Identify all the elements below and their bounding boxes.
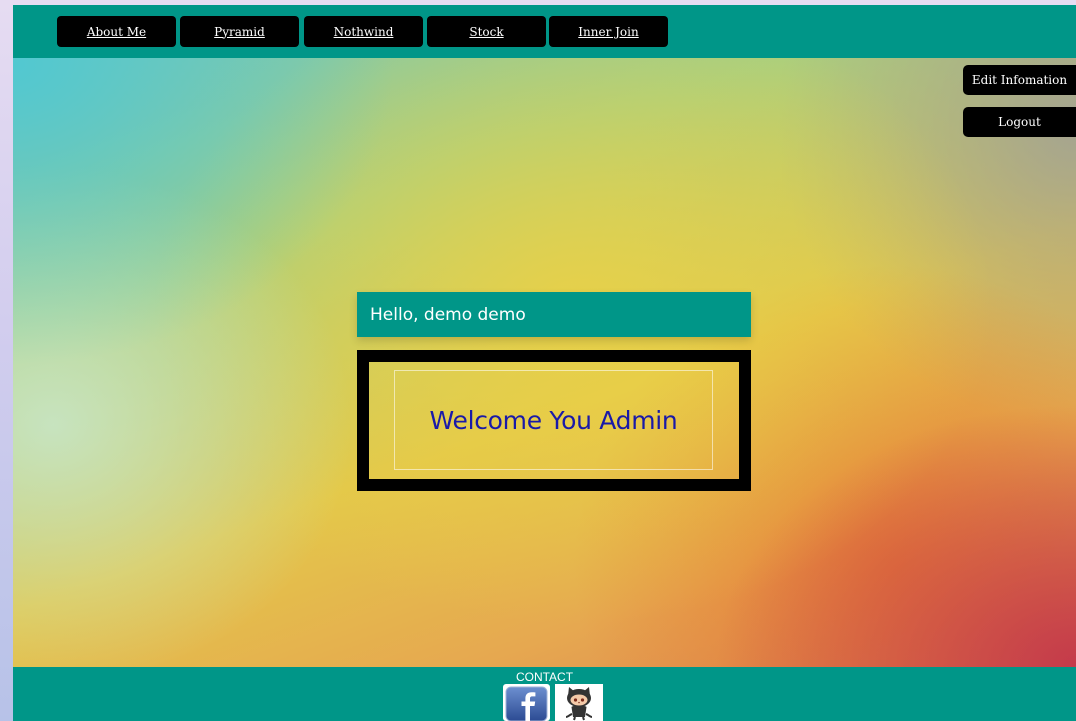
logout-button[interactable]: Logout [963,107,1076,137]
greeting-text: Hello, demo demo [370,304,526,325]
nav-pyramid-button[interactable]: Pyramid [180,16,299,47]
nav-stock-button[interactable]: Stock [427,16,546,47]
facebook-icon[interactable] [503,684,550,721]
github-octocat-icon[interactable] [555,684,603,721]
edit-information-button[interactable]: Edit Infomation [963,65,1076,95]
welcome-inner-frame: Welcome You Admin [394,370,713,470]
nav-nothwind-button[interactable]: Nothwind [304,16,423,47]
welcome-text: Welcome You Admin [429,405,678,435]
greeting-bar: Hello, demo demo [357,292,751,337]
top-nav: About Me Pyramid Nothwind Stock Inner Jo… [13,5,1076,58]
welcome-box: Welcome You Admin [357,350,751,491]
contact-label: CONTACT [515,670,574,684]
footer: CONTACT [13,667,1076,721]
nav-inner-join-button[interactable]: Inner Join [549,16,668,47]
nav-about-me-button[interactable]: About Me [57,16,176,47]
page-frame: About Me Pyramid Nothwind Stock Inner Jo… [13,5,1076,721]
